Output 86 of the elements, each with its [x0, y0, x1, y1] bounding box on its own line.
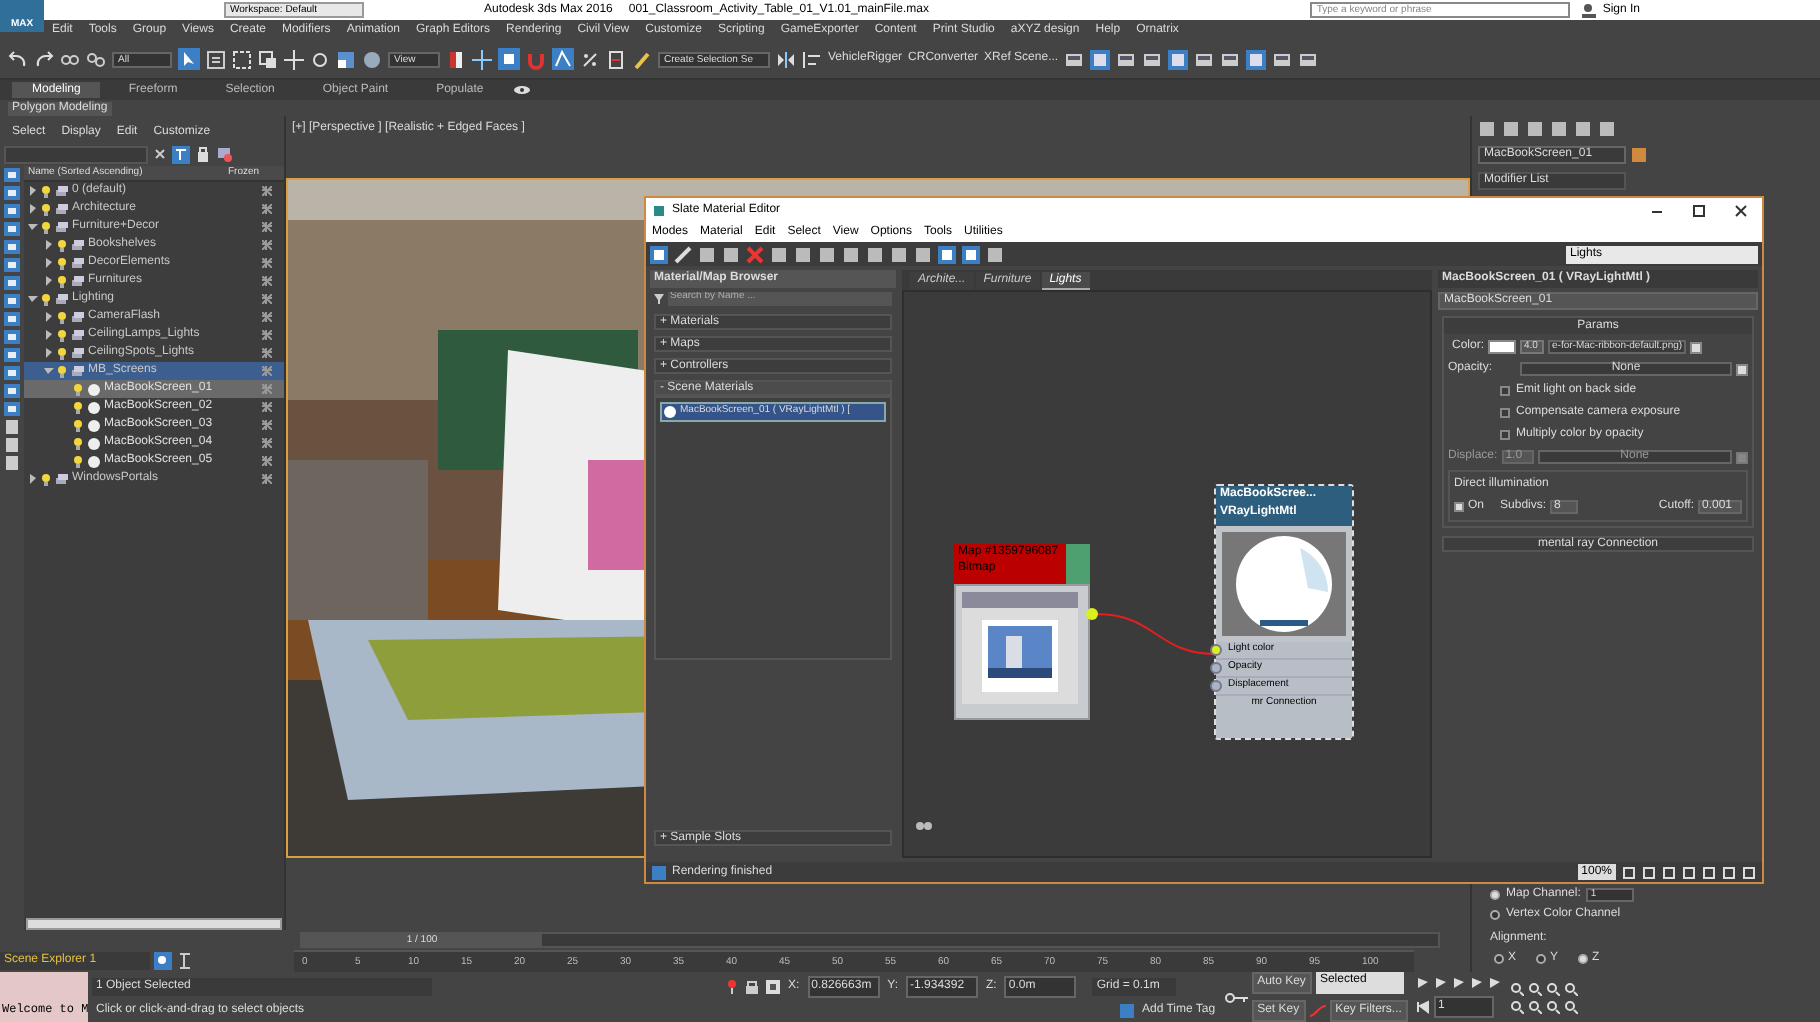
snowflake-icon [262, 366, 272, 376]
lock-icon [196, 146, 210, 162]
window-select-icon [258, 49, 278, 69]
rotate-icon [310, 49, 330, 69]
percent-snap-icon [580, 49, 600, 69]
radio-button[interactable] [1536, 954, 1547, 964]
lock-icon [746, 979, 758, 993]
expand-arrow-icon[interactable] [44, 240, 54, 250]
lightbulb-icon [74, 437, 84, 449]
lightbulb-icon [74, 401, 84, 413]
collapse-arrow-icon[interactable] [28, 294, 38, 304]
snowflake-icon [262, 222, 272, 232]
mirror-icon [776, 49, 796, 69]
snowflake-icon [262, 240, 272, 250]
lightbulb-icon [58, 311, 68, 323]
lightbulb-icon [58, 239, 68, 251]
checkbox[interactable] [1500, 408, 1510, 418]
lightbulb-icon [74, 419, 84, 431]
curve-icon [1309, 1004, 1326, 1018]
lightbulb-icon [42, 221, 52, 233]
expand-arrow-icon[interactable] [44, 258, 54, 268]
radio-button[interactable] [1490, 890, 1500, 900]
expand-arrow-icon[interactable] [28, 474, 38, 484]
expand-arrow-icon[interactable] [44, 348, 54, 358]
lightbulb-icon [58, 365, 68, 377]
expand-arrow-icon[interactable] [44, 312, 54, 322]
sphere-icon [362, 49, 382, 69]
snowflake-icon [262, 474, 272, 484]
user-icon [1582, 3, 1597, 17]
lightbulb-icon [74, 383, 84, 395]
key-icon [1223, 991, 1248, 1003]
snowflake-icon [262, 276, 272, 286]
filter-field[interactable] [4, 145, 148, 163]
play-icon[interactable] [1451, 976, 1466, 990]
link-icon [60, 49, 80, 69]
layer-stack-icon [56, 473, 68, 485]
lightbulb-icon [42, 185, 52, 197]
key-mode-icon[interactable] [1415, 1000, 1430, 1014]
radio-button[interactable] [1490, 910, 1500, 920]
scrollbar[interactable] [26, 918, 282, 930]
snowflake-icon [262, 420, 272, 430]
checkbox[interactable] [1500, 430, 1510, 440]
snowflake-icon [262, 294, 272, 304]
align-icon [802, 49, 822, 69]
collapse-arrow-icon[interactable] [28, 222, 38, 232]
snowflake-icon [262, 204, 272, 214]
expand-arrow-icon[interactable] [44, 276, 54, 286]
snowflake-icon [262, 348, 272, 358]
rectangle-select-icon [232, 49, 252, 69]
snowflake-icon [262, 438, 272, 448]
redo-icon [34, 49, 54, 69]
snowflake-icon [262, 330, 272, 340]
snowflake-icon [262, 402, 272, 412]
lightbulb-icon [58, 347, 68, 359]
snowflake-icon [262, 384, 272, 394]
undo-icon [8, 49, 28, 69]
snap-magnet-icon [526, 49, 546, 69]
snowflake-icon [262, 456, 272, 466]
map-toggle-checkbox[interactable] [1736, 451, 1748, 463]
checkbox[interactable] [1500, 386, 1510, 396]
move-icon [284, 49, 304, 69]
radio-button[interactable] [1494, 954, 1504, 964]
expand-arrow-icon[interactable] [28, 204, 38, 214]
lightbulb-icon [58, 329, 68, 341]
close-icon[interactable] [1734, 203, 1748, 217]
pin-icon [728, 979, 738, 993]
radio-button[interactable] [1578, 954, 1589, 964]
lightbulb-icon [42, 473, 52, 485]
lightbulb-icon [74, 455, 84, 467]
close-icon [154, 148, 166, 160]
collapse-arrow-icon[interactable] [44, 366, 54, 376]
map-toggle-checkbox[interactable] [1736, 363, 1748, 375]
lightbulb-icon [42, 203, 52, 215]
snowflake-icon [262, 258, 272, 268]
lightbulb-icon [42, 293, 52, 305]
unlink-icon [86, 49, 106, 69]
expand-arrow-icon[interactable] [28, 186, 38, 196]
pencil-icon [632, 49, 652, 69]
map-toggle-checkbox[interactable] [1690, 341, 1703, 353]
snowflake-icon [262, 186, 272, 196]
lightbulb-icon [58, 257, 68, 269]
snowflake-icon [262, 312, 272, 322]
object-color-swatch[interactable] [1632, 148, 1646, 162]
color-swatch[interactable] [1488, 340, 1517, 354]
lightbulb-icon [58, 275, 68, 287]
expand-arrow-icon[interactable] [44, 330, 54, 340]
